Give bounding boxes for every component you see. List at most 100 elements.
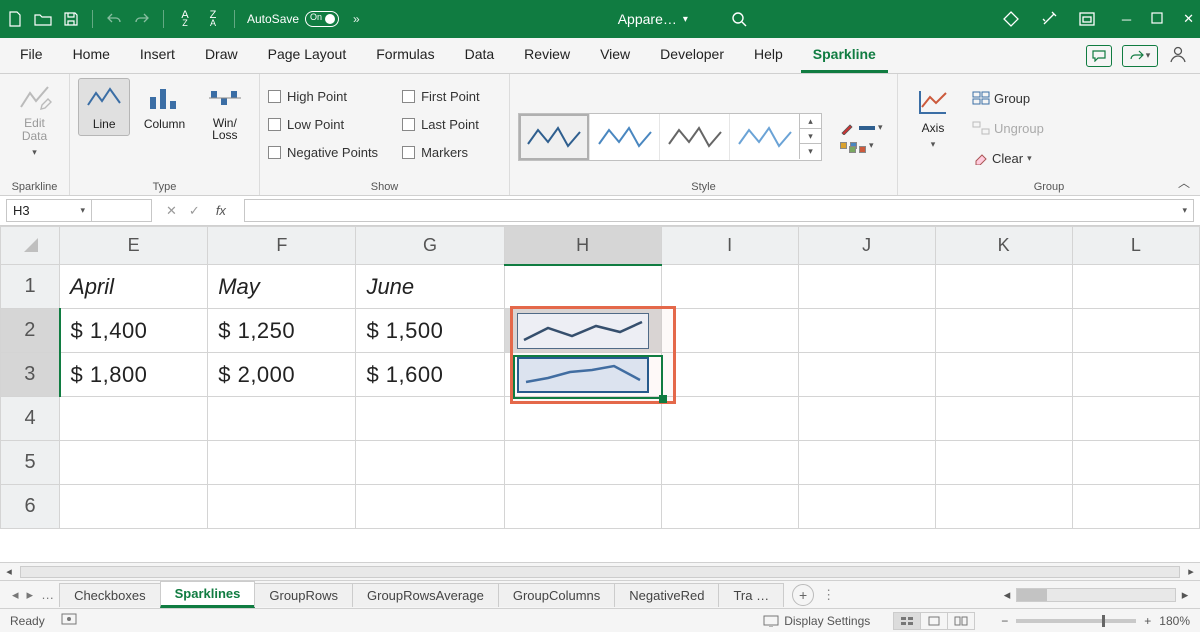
cell-G3[interactable]: $ 1,600 xyxy=(356,353,504,397)
group-button[interactable]: Group xyxy=(972,86,1044,110)
spreadsheet-grid[interactable]: E F G H I J K L 1 April May June 2 $ 1,4… xyxy=(0,226,1200,562)
style-swatch-3[interactable] xyxy=(659,114,729,160)
cell-J1[interactable] xyxy=(798,265,935,309)
view-page-break[interactable] xyxy=(947,612,975,630)
qat-overflow[interactable]: » xyxy=(349,12,364,26)
type-column-button[interactable]: Column xyxy=(138,78,190,136)
cell-K3[interactable] xyxy=(935,353,1072,397)
style-swatch-2[interactable] xyxy=(589,114,659,160)
menu-help[interactable]: Help xyxy=(742,38,795,73)
row-header-2[interactable]: 2 xyxy=(1,309,60,353)
open-file-icon[interactable] xyxy=(34,10,52,28)
account-icon[interactable] xyxy=(1168,44,1188,67)
tab-checkboxes[interactable]: Checkboxes xyxy=(59,583,161,607)
menu-developer[interactable]: Developer xyxy=(648,38,736,73)
style-swatch-4[interactable] xyxy=(729,114,799,160)
expand-formula-icon[interactable]: ▾ xyxy=(1182,205,1187,216)
menu-view[interactable]: View xyxy=(588,38,642,73)
tab-grouprows[interactable]: GroupRows xyxy=(254,583,353,607)
col-header-J[interactable]: J xyxy=(798,227,935,265)
tabs-scroll-right[interactable]: ▸ xyxy=(1176,587,1194,603)
search-icon[interactable] xyxy=(730,10,748,28)
comments-button[interactable] xyxy=(1086,45,1112,67)
col-header-G[interactable]: G xyxy=(356,227,504,265)
cell-E3[interactable]: $ 1,800 xyxy=(60,353,208,397)
zoom-slider[interactable] xyxy=(1016,619,1136,623)
tab-grouprowsaverage[interactable]: GroupRowsAverage xyxy=(352,583,499,607)
menu-home[interactable]: Home xyxy=(61,38,122,73)
menu-draw[interactable]: Draw xyxy=(193,38,250,73)
cell-H1[interactable] xyxy=(504,265,661,309)
scroll-right-icon[interactable]: ▸ xyxy=(1182,565,1200,578)
cell-G2[interactable]: $ 1,500 xyxy=(356,309,504,353)
tab-nav-next[interactable]: ▸ xyxy=(27,587,34,603)
menu-sparkline[interactable]: Sparkline xyxy=(801,38,888,73)
tab-nav-prev[interactable]: ◂ xyxy=(12,587,19,603)
minimize-icon[interactable]: ─ xyxy=(1122,12,1131,27)
style-swatch-1[interactable] xyxy=(519,114,589,160)
check-first-point[interactable]: First Point xyxy=(402,84,480,108)
cell-H3[interactable] xyxy=(504,353,661,397)
cell-K2[interactable] xyxy=(935,309,1072,353)
sort-desc-icon[interactable]: ZA xyxy=(204,10,222,28)
tab-negativered[interactable]: NegativeRed xyxy=(614,583,719,607)
gallery-down[interactable]: ▾ xyxy=(800,129,821,144)
tabs-scroll-left[interactable]: ◂ xyxy=(998,587,1016,603)
type-winloss-button[interactable]: Win/ Loss xyxy=(199,78,251,146)
cell-E4[interactable] xyxy=(60,397,208,441)
confirm-icon[interactable]: ✓ xyxy=(189,203,200,219)
menu-data[interactable]: Data xyxy=(453,38,507,73)
view-page-layout[interactable] xyxy=(920,612,948,630)
check-low-point[interactable]: Low Point xyxy=(268,112,378,136)
col-header-E[interactable]: E xyxy=(60,227,208,265)
sort-asc-icon[interactable]: AZ xyxy=(176,10,194,28)
col-header-F[interactable]: F xyxy=(208,227,356,265)
name-box[interactable]: H3▾ xyxy=(6,199,92,222)
gallery-up[interactable]: ▴ xyxy=(800,114,821,129)
row-header-5[interactable]: 5 xyxy=(1,441,60,485)
cell-K1[interactable] xyxy=(935,265,1072,309)
menu-review[interactable]: Review xyxy=(512,38,582,73)
redo-icon[interactable] xyxy=(133,10,151,28)
ribbon-collapse-icon[interactable]: ︿ xyxy=(1178,174,1190,191)
ungroup-button[interactable]: Ungroup xyxy=(972,116,1044,140)
col-header-I[interactable]: I xyxy=(661,227,798,265)
cell-E2[interactable]: $ 1,400 xyxy=(60,309,208,353)
window-mode-icon[interactable] xyxy=(1078,10,1096,28)
menu-formulas[interactable]: Formulas xyxy=(364,38,446,73)
cell-I2[interactable] xyxy=(661,309,798,353)
new-sheet-button[interactable]: + xyxy=(792,584,814,606)
col-header-K[interactable]: K xyxy=(935,227,1072,265)
row-header-1[interactable]: 1 xyxy=(1,265,60,309)
type-line-button[interactable]: Line xyxy=(78,78,130,136)
cell-L2[interactable] xyxy=(1072,309,1199,353)
share-button[interactable]: ▾ xyxy=(1122,45,1158,67)
edit-data-button[interactable]: Edit Data ▾ xyxy=(8,78,61,163)
col-header-H[interactable]: H xyxy=(504,227,661,265)
select-all-corner[interactable] xyxy=(1,227,60,265)
menu-page-layout[interactable]: Page Layout xyxy=(256,38,359,73)
check-negative-points[interactable]: Negative Points xyxy=(268,140,378,164)
diamond-icon[interactable] xyxy=(1002,10,1020,28)
cell-F3[interactable]: $ 2,000 xyxy=(208,353,356,397)
gallery-more[interactable]: ▾ xyxy=(800,144,821,159)
cell-F1[interactable]: May xyxy=(208,265,356,309)
col-header-L[interactable]: L xyxy=(1072,227,1199,265)
zoom-level[interactable]: 180% xyxy=(1159,614,1190,628)
formula-input[interactable]: ▾ xyxy=(244,199,1194,222)
check-last-point[interactable]: Last Point xyxy=(402,112,480,136)
cell-E1[interactable]: April xyxy=(60,265,208,309)
clear-button[interactable]: Clear▾ xyxy=(972,146,1044,170)
marker-color[interactable]: ▾ xyxy=(840,138,883,153)
tab-tra[interactable]: Tra … xyxy=(718,583,784,607)
check-markers[interactable]: Markers xyxy=(402,140,480,164)
row-header-6[interactable]: 6 xyxy=(1,485,60,529)
maximize-icon[interactable] xyxy=(1151,12,1163,27)
zoom-in[interactable]: + xyxy=(1144,614,1151,628)
cell-L1[interactable] xyxy=(1072,265,1199,309)
tab-nav-ellipsis[interactable]: … xyxy=(41,587,54,603)
row-header-3[interactable]: 3 xyxy=(1,353,60,397)
cell-G1[interactable]: June xyxy=(356,265,504,309)
tab-groupcolumns[interactable]: GroupColumns xyxy=(498,583,615,607)
cell-J2[interactable] xyxy=(798,309,935,353)
